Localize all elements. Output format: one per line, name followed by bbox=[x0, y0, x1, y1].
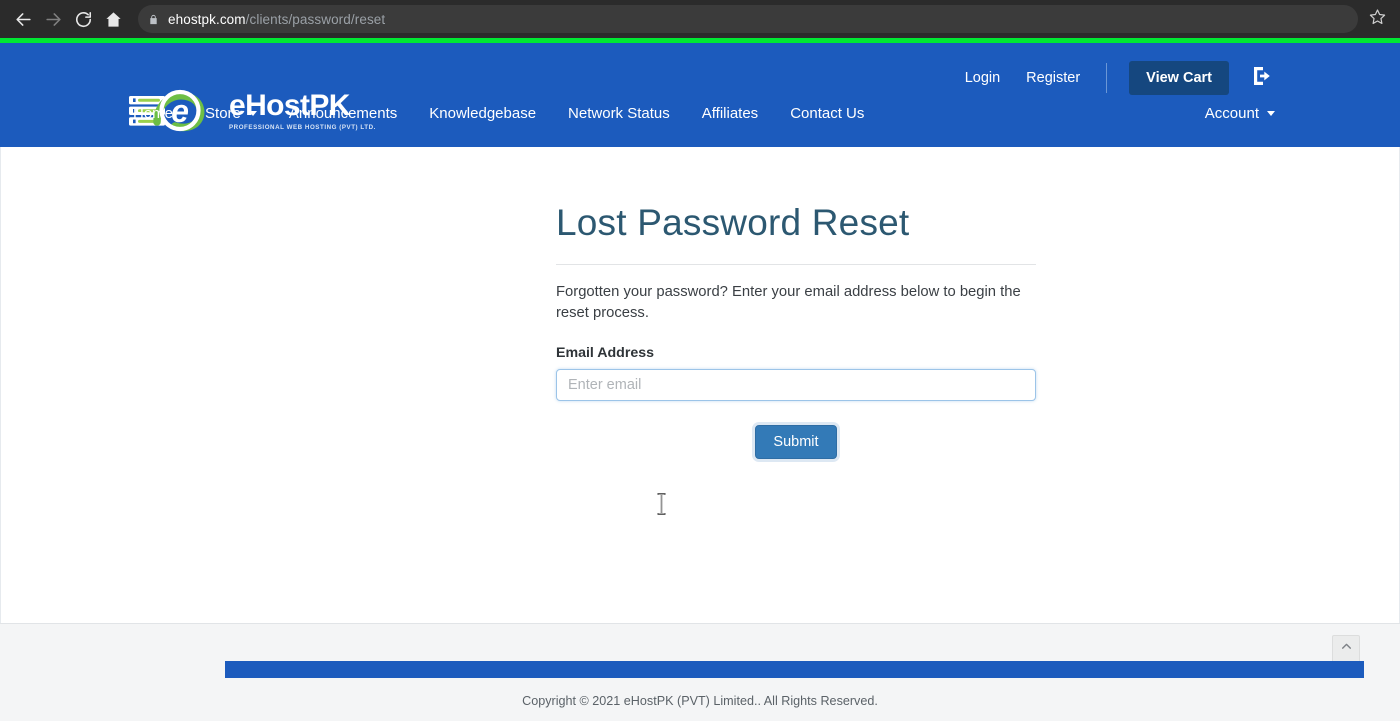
intro-text: Forgotten your password? Enter your emai… bbox=[556, 283, 1021, 321]
email-input[interactable] bbox=[556, 368, 1036, 401]
nav-label: Store bbox=[205, 105, 241, 122]
text-cursor-pointer bbox=[656, 493, 667, 515]
logout-button[interactable] bbox=[1249, 65, 1275, 91]
password-reset-form: Lost Password Reset Forgotten your passw… bbox=[556, 147, 1036, 459]
submit-button[interactable]: Submit bbox=[755, 424, 837, 459]
back-button[interactable] bbox=[8, 4, 38, 34]
copyright-text: Copyright © 2021 eHostPK (PVT) Limited..… bbox=[522, 694, 878, 708]
logout-icon bbox=[1250, 64, 1274, 93]
nav-item-account[interactable]: Account bbox=[1205, 105, 1275, 122]
bookmark-button[interactable] bbox=[1362, 4, 1392, 34]
lock-icon bbox=[148, 13, 159, 26]
nav-item-home[interactable]: Home bbox=[133, 105, 173, 122]
submit-row: Submit bbox=[556, 424, 1036, 459]
nav-label: Contact Us bbox=[790, 105, 865, 122]
title-divider bbox=[556, 263, 1036, 265]
nav-item-network-status[interactable]: Network Status bbox=[568, 105, 670, 122]
chevron-down-icon bbox=[1267, 111, 1275, 116]
view-cart-button[interactable]: View Cart bbox=[1129, 61, 1229, 95]
nav-label: Affiliates bbox=[701, 105, 759, 122]
main-navigation: Home Store Announcements Knowledgebase N… bbox=[133, 105, 896, 122]
bookmark-star-icon bbox=[1369, 8, 1386, 30]
forward-arrow-icon bbox=[44, 10, 63, 29]
home-button[interactable] bbox=[98, 4, 128, 34]
nav-item-knowledgebase[interactable]: Knowledgebase bbox=[429, 105, 536, 122]
email-label: Email Address bbox=[556, 344, 655, 361]
nav-label: Announcements bbox=[288, 105, 398, 122]
footer-accent-bar bbox=[225, 661, 1364, 678]
chevron-down-icon bbox=[248, 111, 257, 116]
nav-item-announcements[interactable]: Announcements bbox=[289, 105, 397, 122]
reload-button[interactable] bbox=[68, 4, 98, 34]
back-arrow-icon bbox=[14, 10, 33, 29]
register-link[interactable]: Register bbox=[1026, 70, 1080, 86]
login-link[interactable]: Login bbox=[965, 70, 1000, 86]
nav-label: Home bbox=[133, 105, 174, 122]
nav-item-contact-us[interactable]: Contact Us bbox=[790, 105, 864, 122]
url-host: ehostpk.com bbox=[168, 11, 246, 27]
header-divider bbox=[1106, 63, 1108, 93]
address-bar[interactable]: ehostpk.com/clients/password/reset bbox=[138, 5, 1358, 33]
scroll-to-top-button[interactable] bbox=[1332, 635, 1360, 663]
url-path: /clients/password/reset bbox=[245, 11, 386, 27]
browser-toolbar: ehostpk.com/clients/password/reset bbox=[0, 0, 1400, 38]
chevron-up-icon bbox=[1340, 640, 1353, 658]
page-content: Lost Password Reset Forgotten your passw… bbox=[0, 147, 1400, 623]
url-text: ehostpk.com/clients/password/reset bbox=[168, 12, 385, 27]
account-menu: Account bbox=[1205, 105, 1275, 122]
nav-item-store[interactable]: Store bbox=[205, 105, 257, 122]
home-icon bbox=[104, 10, 123, 29]
site-footer: Copyright © 2021 eHostPK (PVT) Limited..… bbox=[0, 623, 1400, 721]
nav-label: Network Status bbox=[568, 105, 670, 122]
reload-icon bbox=[74, 10, 93, 29]
site-header: e eHostPK PROFESSIONAL WEB HOSTING (PVT)… bbox=[0, 43, 1400, 147]
nav-label: Account bbox=[1204, 105, 1259, 122]
forward-button[interactable] bbox=[38, 4, 68, 34]
logo-tagline: PROFESSIONAL WEB HOSTING (PVT) LTD. bbox=[229, 124, 376, 131]
nav-label: Knowledgebase bbox=[429, 105, 537, 122]
page-title: Lost Password Reset bbox=[556, 202, 910, 243]
nav-item-affiliates[interactable]: Affiliates bbox=[702, 105, 758, 122]
header-top-links: Login Register View Cart bbox=[965, 61, 1275, 95]
